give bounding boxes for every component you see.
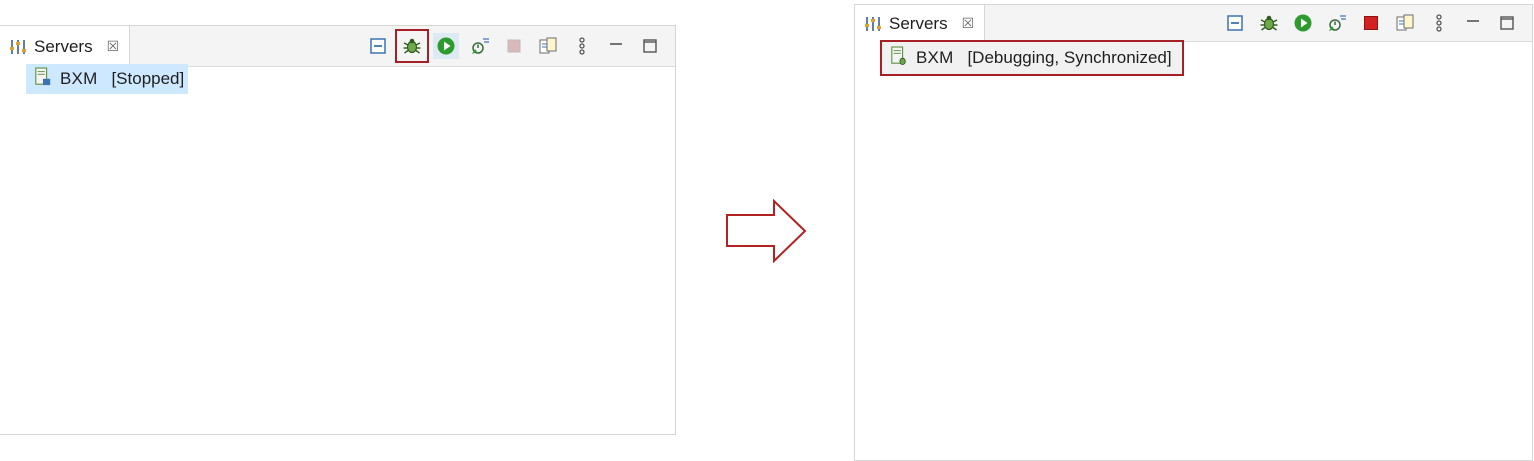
publish-button[interactable] (1392, 10, 1418, 36)
stop-button[interactable] (501, 33, 527, 59)
collapse-all-button[interactable] (365, 33, 391, 59)
server-row-debugging[interactable]: BXM [Debugging, Synchronized] (880, 40, 1184, 76)
profile-icon (472, 38, 489, 54)
view-tab-bar: Servers ☒ (0, 26, 675, 67)
debug-bug-icon (1260, 15, 1278, 31)
profile-button[interactable] (1324, 10, 1350, 36)
stop-button[interactable] (1358, 10, 1384, 36)
debug-button[interactable] (1256, 10, 1282, 36)
servers-tab[interactable]: Servers ☒ (0, 26, 131, 67)
servers-view-icon (863, 15, 883, 33)
profile-icon (1329, 15, 1346, 31)
minimize-button[interactable] (1460, 10, 1486, 36)
start-button[interactable] (1290, 10, 1316, 36)
publish-icon (1396, 14, 1414, 31)
view-tab-bar: Servers ☒ (855, 5, 1532, 42)
debug-bug-icon (403, 38, 421, 54)
maximize-icon (643, 39, 657, 53)
server-name: BXM (916, 48, 954, 67)
server-stopped-icon (34, 66, 52, 93)
server-row-selected[interactable]: BXM [Stopped] (26, 64, 189, 94)
minimize-icon (1467, 20, 1479, 22)
kebab-menu-icon (1436, 14, 1442, 32)
close-tab-icon[interactable]: ☒ (962, 15, 975, 32)
server-status: [Stopped] (111, 69, 185, 88)
tab-title: Servers (889, 13, 948, 33)
servers-tab[interactable]: Servers ☒ (855, 5, 986, 42)
kebab-menu-icon (579, 37, 585, 55)
start-play-icon (1294, 14, 1312, 32)
stop-icon (1364, 16, 1378, 30)
server-name: BXM (60, 69, 98, 88)
server-debugging-icon (890, 45, 908, 72)
maximize-button[interactable] (637, 33, 663, 59)
start-button[interactable] (433, 33, 459, 59)
profile-button[interactable] (467, 33, 493, 59)
minimize-button[interactable] (603, 33, 629, 59)
stop-icon (507, 39, 521, 53)
view-toolbar (1222, 5, 1520, 41)
minimize-icon (610, 43, 622, 45)
start-play-icon (437, 37, 455, 55)
server-status: [Debugging, Synchronized] (967, 48, 1172, 67)
publish-button[interactable] (535, 33, 561, 59)
collapse-all-icon (1227, 15, 1243, 31)
tab-title: Servers (34, 36, 93, 56)
close-tab-icon[interactable]: ☒ (107, 38, 120, 55)
publish-icon (539, 37, 557, 54)
view-menu-button[interactable] (569, 33, 595, 59)
view-menu-button[interactable] (1426, 10, 1452, 36)
right-arrow-icon (726, 199, 807, 263)
collapse-all-button[interactable] (1222, 10, 1248, 36)
collapse-all-icon (370, 38, 386, 54)
maximize-button[interactable] (1494, 10, 1520, 36)
view-toolbar (365, 26, 663, 66)
servers-view-icon (8, 38, 28, 56)
debug-button[interactable] (395, 29, 429, 63)
maximize-icon (1500, 16, 1514, 30)
